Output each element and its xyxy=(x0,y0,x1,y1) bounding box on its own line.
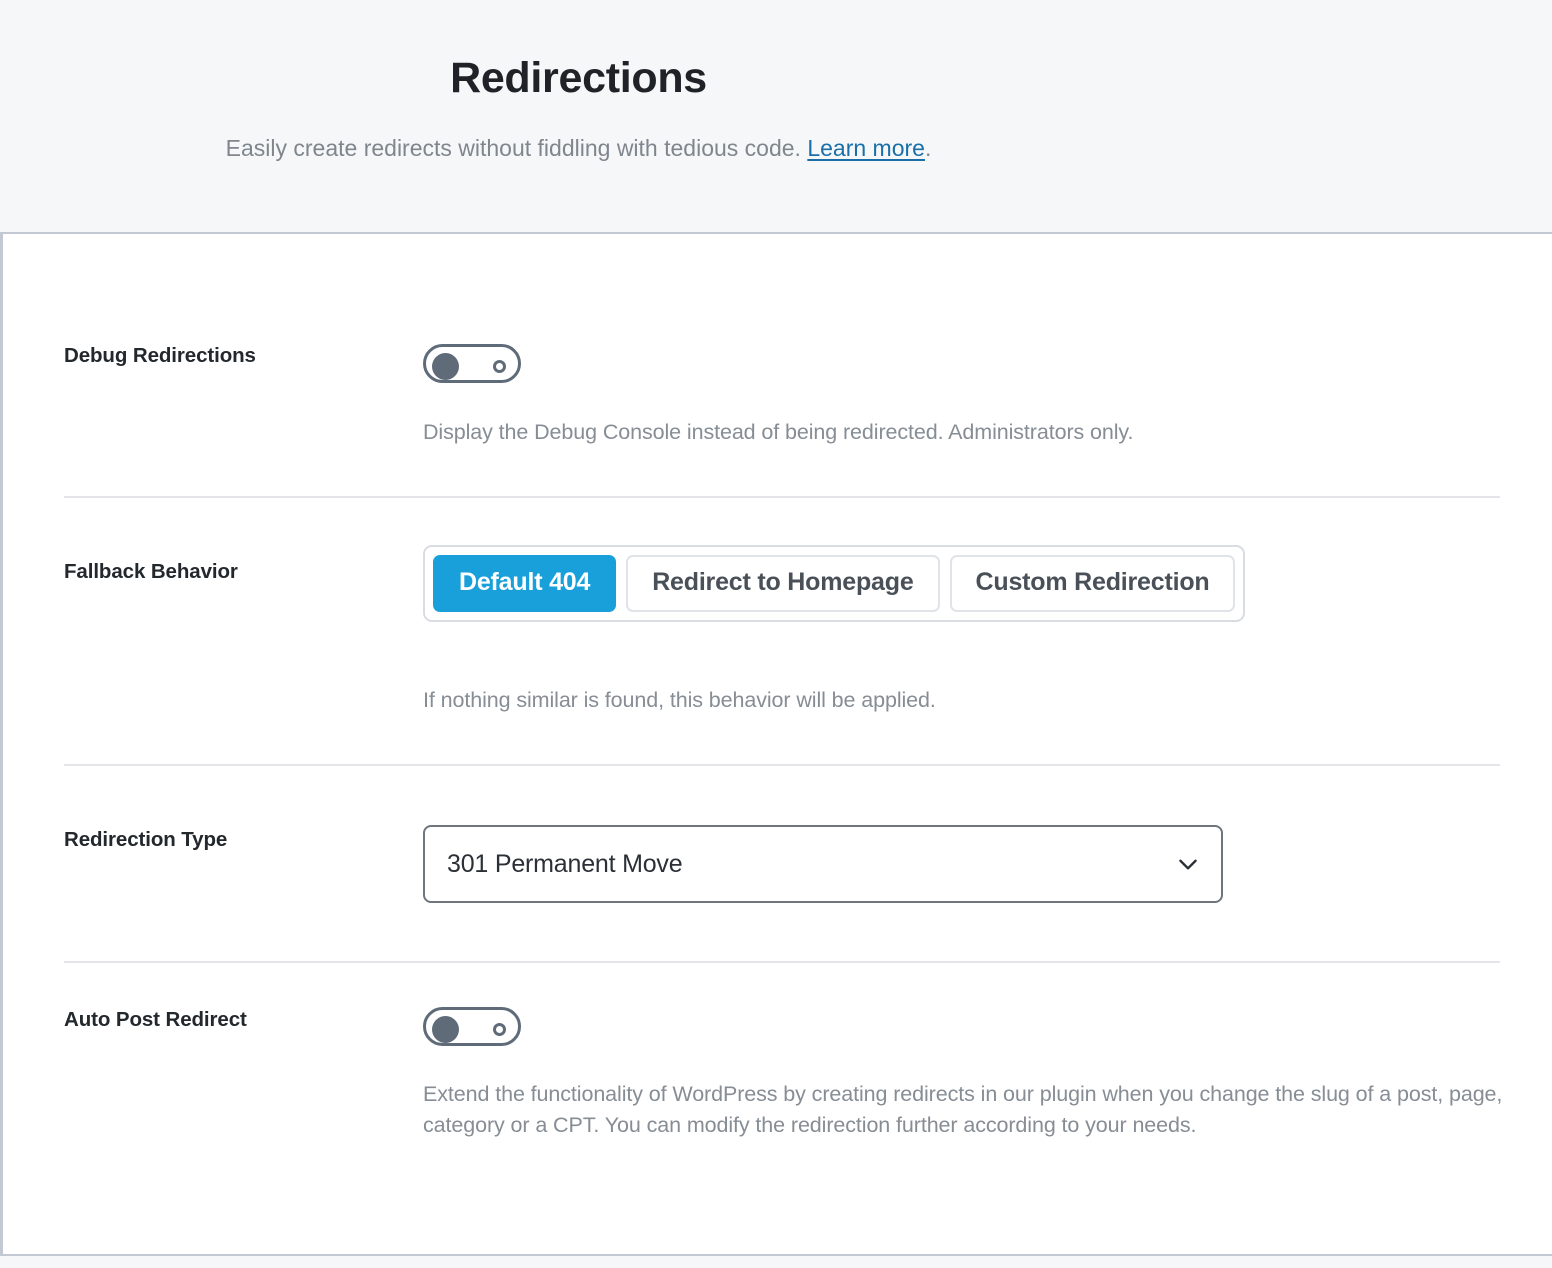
label-redirection-type: Redirection Type xyxy=(64,828,228,851)
label-fallback-behavior: Fallback Behavior xyxy=(64,560,238,583)
subtitle-text-before: Easily create redirects without fiddling… xyxy=(225,135,808,161)
fallback-option-redirect-to-homepage[interactable]: Redirect to Homepage xyxy=(626,555,940,612)
learn-more-link[interactable]: Learn more xyxy=(807,135,925,161)
subtitle-text-after: . xyxy=(924,135,932,161)
help-fallback-behavior: If nothing similar is found, this behavi… xyxy=(423,688,936,712)
control-debug-redirections xyxy=(423,344,521,383)
auto-post-redirect-toggle[interactable] xyxy=(423,1007,521,1046)
control-redirection-type: 301 Permanent Move xyxy=(423,825,1223,903)
label-auto-post-redirect: Auto Post Redirect xyxy=(64,1008,247,1031)
toggle-off-dot-icon xyxy=(493,1023,506,1036)
label-debug-redirections: Debug Redirections xyxy=(64,344,256,367)
divider-3 xyxy=(64,961,1500,963)
redirection-type-selected-value: 301 Permanent Move xyxy=(447,849,683,878)
page-subtitle: Easily create redirects without fiddling… xyxy=(0,132,1157,165)
toggle-knob-icon xyxy=(432,1016,459,1043)
fallback-behavior-button-group: Default 404 Redirect to Homepage Custom … xyxy=(423,545,1246,622)
fallback-option-custom-redirection[interactable]: Custom Redirection xyxy=(949,555,1236,612)
control-fallback-behavior: Default 404 Redirect to Homepage Custom … xyxy=(423,545,1246,622)
debug-redirections-toggle[interactable] xyxy=(423,344,521,383)
help-debug-redirections: Display the Debug Console instead of bei… xyxy=(423,420,1134,444)
toggle-knob-icon xyxy=(432,353,459,380)
page-header: Redirections Easily create redirects wit… xyxy=(0,0,1552,234)
divider-2 xyxy=(64,764,1500,766)
page-title: Redirections xyxy=(450,54,707,102)
control-auto-post-redirect xyxy=(423,1007,521,1046)
toggle-off-dot-icon xyxy=(493,360,506,373)
help-auto-post-redirect: Extend the functionality of WordPress by… xyxy=(423,1082,1503,1138)
fallback-option-default-404[interactable]: Default 404 xyxy=(433,555,617,612)
redirections-settings-page: Redirections Easily create redirects wit… xyxy=(0,0,1552,1268)
redirection-type-select[interactable]: 301 Permanent Move xyxy=(423,825,1223,903)
settings-panel: Debug Redirections Display the Debug Con… xyxy=(0,234,1552,1256)
divider-1 xyxy=(64,496,1500,498)
